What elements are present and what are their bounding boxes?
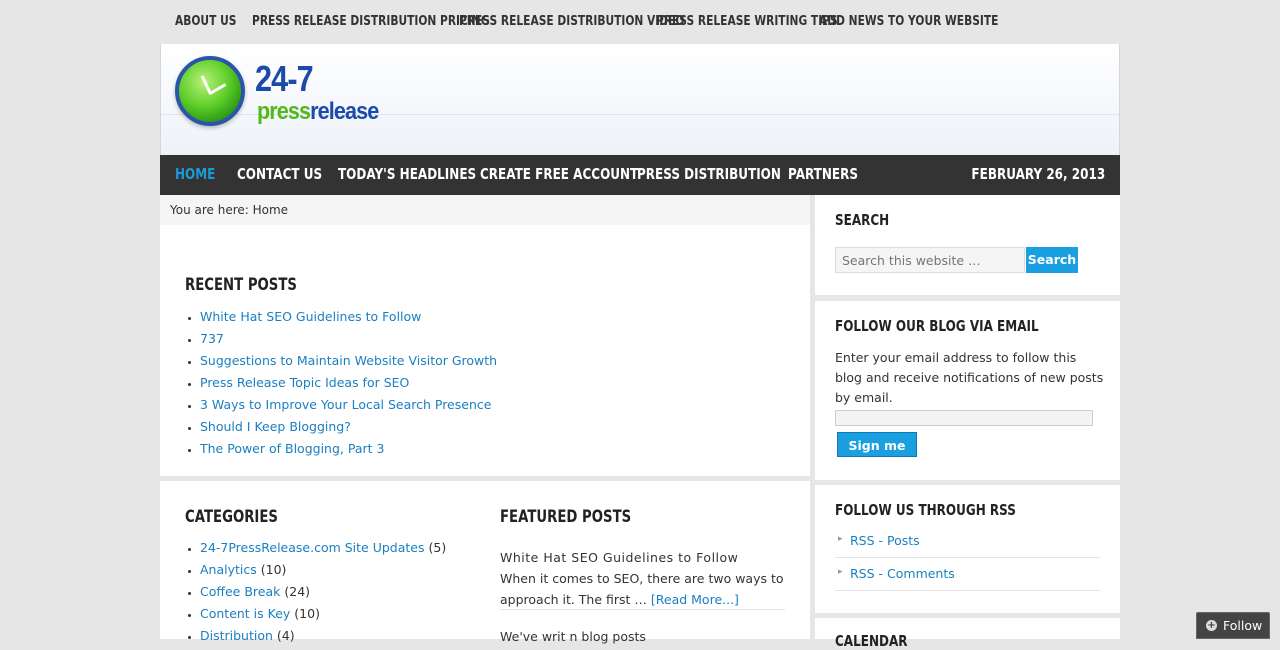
arrow-icon: ▸ — [838, 534, 843, 544]
rss-posts-link[interactable]: RSS - Posts — [850, 533, 920, 548]
plus-icon: + — [1206, 620, 1217, 631]
recent-post-link[interactable]: 737 — [200, 331, 224, 346]
recent-post-link[interactable]: The Power of Blogging, Part 3 — [200, 441, 384, 456]
top-navigation: ABOUT US PRESS RELEASE DISTRIBUTION PRIC… — [160, 0, 1120, 44]
top-nav-add-news[interactable]: ADD NEWS TO YOUR WEBSITE — [819, 14, 998, 29]
rss-comments-item: ▸ RSS - Comments — [835, 558, 1100, 591]
divider — [500, 609, 785, 610]
clock-icon — [175, 56, 245, 126]
top-nav-about-us[interactable]: ABOUT US — [175, 14, 236, 29]
list-item: 24-7PressRelease.com Site Updates (5) — [200, 537, 446, 559]
recent-post-link[interactable]: Suggestions to Maintain Website Visitor … — [200, 353, 497, 368]
arrow-icon: ▸ — [838, 567, 843, 577]
list-item: Press Release Topic Ideas for SEO — [200, 372, 497, 394]
nav-partners[interactable]: PARTNERS — [788, 165, 858, 183]
email-field[interactable] — [835, 410, 1093, 426]
category-count: (10) — [294, 606, 320, 621]
list-item: 3 Ways to Improve Your Local Search Pres… — [200, 394, 497, 416]
site-header: 24-7 pressrelease — [160, 44, 1120, 155]
top-nav-pricing[interactable]: PRESS RELEASE DISTRIBUTION PRICING — [252, 14, 489, 29]
read-more-link[interactable]: [Read More...] — [651, 592, 739, 607]
email-subscribe-title: FOLLOW OUR BLOG VIA EMAIL — [835, 317, 1039, 335]
breadcrumb-text: You are here: Home — [170, 203, 289, 217]
list-item: Analytics (10) — [200, 559, 446, 581]
nav-contact-us[interactable]: CONTACT US — [237, 165, 322, 183]
top-nav-video[interactable]: PRESS RELEASE DISTRIBUTION VIDEO — [459, 14, 684, 29]
rss-title: FOLLOW US THROUGH RSS — [835, 501, 1016, 519]
current-date: FEBRUARY 26, 2013 — [971, 165, 1105, 183]
nav-todays-headlines[interactable]: TODAY'S HEADLINES — [338, 165, 476, 183]
search-input[interactable] — [835, 247, 1025, 273]
featured-post: White Hat SEO Guidelines to Follow When … — [500, 547, 790, 610]
site-logo[interactable]: 24-7 pressrelease — [173, 54, 413, 134]
search-widget — [815, 195, 1120, 295]
category-link[interactable]: Content is Key — [200, 606, 290, 621]
recent-posts-title: RECENT POSTS — [185, 275, 297, 295]
logo-brand: pressrelease — [257, 98, 379, 125]
recent-post-link[interactable]: Should I Keep Blogging? — [200, 419, 351, 434]
recent-post-link[interactable]: 3 Ways to Improve Your Local Search Pres… — [200, 397, 491, 412]
email-subscribe-text: Enter your email address to follow this … — [835, 350, 1104, 405]
featured-post-next-excerpt: We've writ n blog posts — [500, 629, 646, 644]
nav-press-distribution[interactable]: PRESS DISTRIBUTION — [637, 165, 781, 183]
list-item: Coffee Break (24) — [200, 581, 446, 603]
top-nav-writing-tips[interactable]: PRESS RELEASE WRITING TIPS — [656, 14, 838, 29]
breadcrumb: You are here: Home — [160, 195, 810, 225]
recent-posts-list: White Hat SEO Guidelines to Follow 737 S… — [185, 306, 497, 460]
recent-post-link[interactable]: Press Release Topic Ideas for SEO — [200, 375, 409, 390]
list-item: Distribution (4) — [200, 625, 446, 647]
follow-label: Follow — [1223, 618, 1263, 633]
list-item: Content is Key (10) — [200, 603, 446, 625]
follow-button[interactable]: + Follow — [1196, 612, 1270, 639]
rss-posts-item: ▸ RSS - Posts — [835, 525, 1100, 558]
category-count: (5) — [428, 540, 447, 555]
category-link[interactable]: Coffee Break — [200, 584, 280, 599]
category-link[interactable]: Analytics — [200, 562, 257, 577]
list-item: 737 — [200, 328, 497, 350]
rss-comments-link[interactable]: RSS - Comments — [850, 566, 955, 581]
featured-post-excerpt-1: When it comes to SEO, there are two ways… — [500, 571, 784, 586]
categories-list: 24-7PressRelease.com Site Updates (5) An… — [185, 537, 446, 647]
search-button[interactable]: Search — [1026, 247, 1078, 273]
categories-title: CATEGORIES — [185, 507, 278, 527]
nav-create-free-account[interactable]: CREATE FREE ACCOUNT — [480, 165, 638, 183]
list-item: Should I Keep Blogging? — [200, 416, 497, 438]
sign-up-button[interactable]: Sign me up! — [837, 432, 917, 478]
main-navigation: HOME CONTACT US TODAY'S HEADLINES CREATE… — [160, 155, 1120, 195]
category-link[interactable]: Distribution — [200, 628, 273, 643]
category-count: (10) — [260, 562, 287, 577]
category-count: (24) — [284, 584, 311, 599]
nav-home[interactable]: HOME — [175, 165, 215, 183]
list-item: The Power of Blogging, Part 3 — [200, 438, 497, 460]
category-count: (4) — [276, 628, 295, 643]
recent-posts-widget: RECENT POSTS White Hat SEO Guidelines to… — [160, 225, 810, 476]
recent-post-link[interactable]: White Hat SEO Guidelines to Follow — [200, 309, 421, 324]
logo-number: 24-7 — [255, 58, 314, 99]
featured-posts-title: FEATURED POSTS — [500, 507, 632, 527]
search-title: SEARCH — [835, 211, 890, 229]
category-link[interactable]: 24-7PressRelease.com Site Updates — [200, 540, 425, 555]
featured-post-excerpt-2: approach it. The first … [Read More...] — [500, 592, 739, 607]
calendar-title: CALENDAR — [835, 632, 908, 650]
list-item: Suggestions to Maintain Website Visitor … — [200, 350, 497, 372]
list-item: White Hat SEO Guidelines to Follow — [200, 306, 497, 328]
featured-post-title[interactable]: White Hat SEO Guidelines to Follow — [500, 547, 790, 568]
